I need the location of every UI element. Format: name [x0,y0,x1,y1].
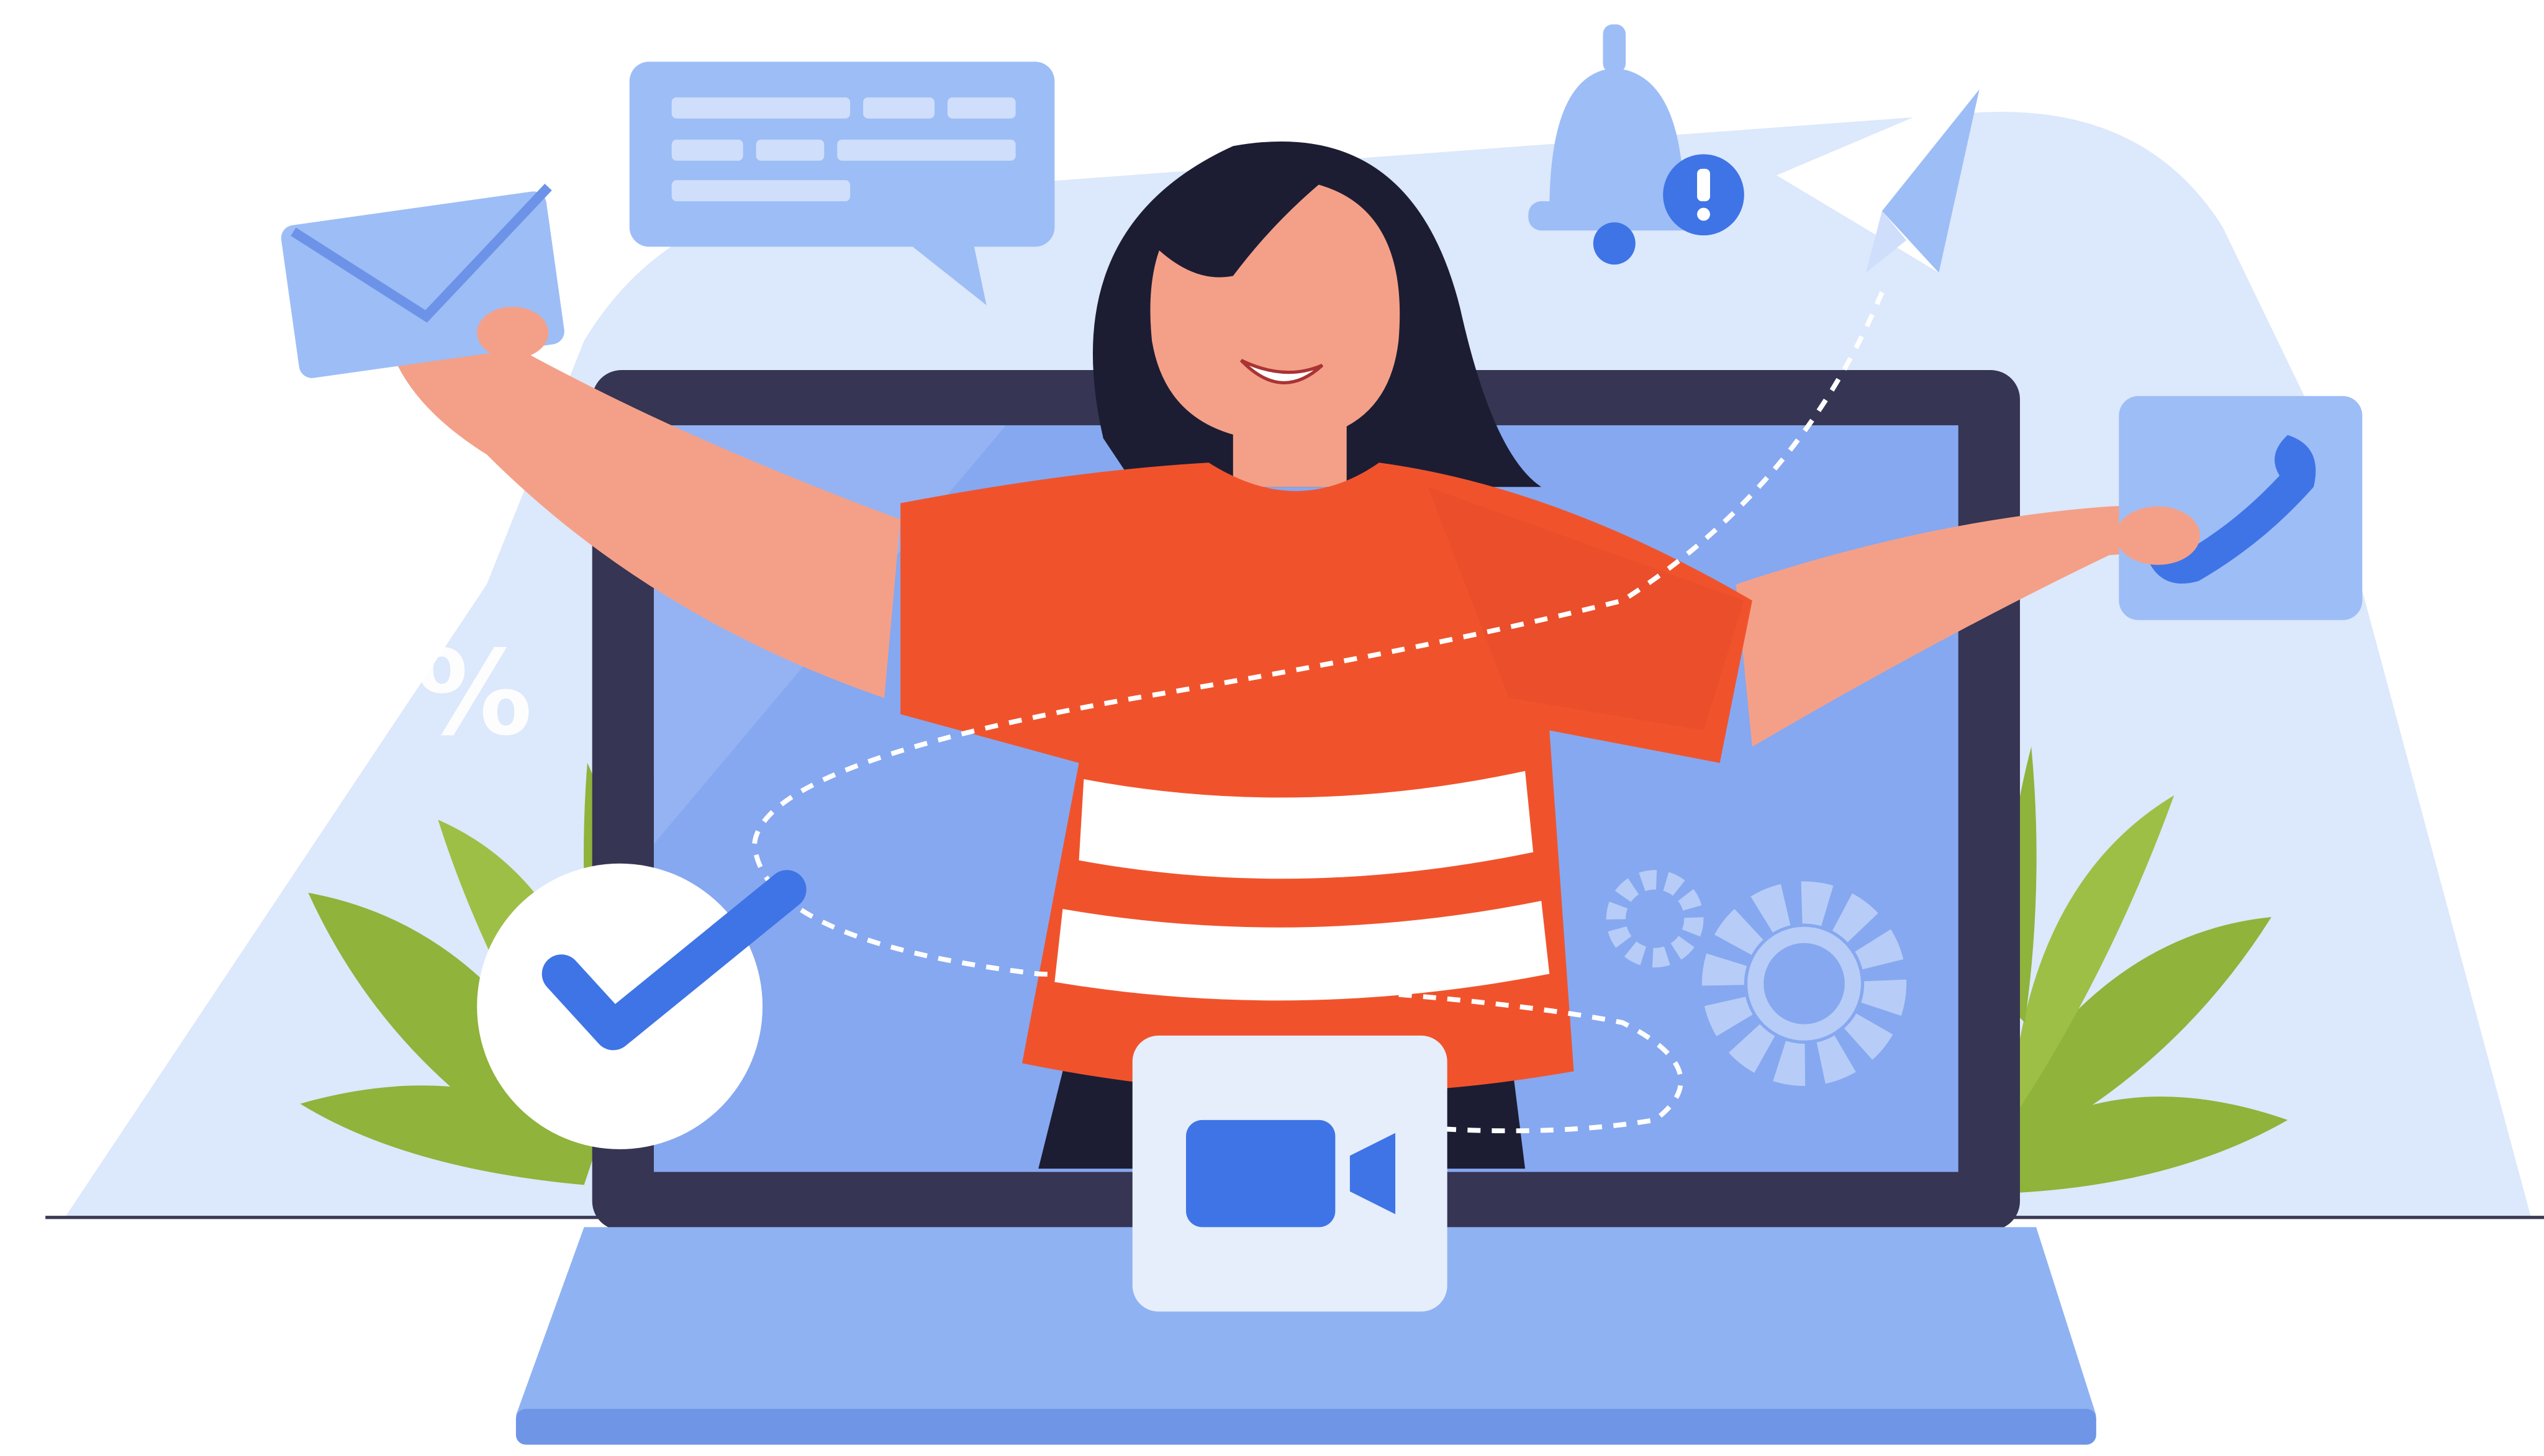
laptop-base-edge [515,1409,2096,1445]
video-camera-icon [1132,1035,1447,1312]
phone-icon [2116,396,2363,620]
envelope-icon [281,183,564,378]
bell-icon [1528,24,1704,265]
illustration-canvas: % [0,0,2544,1456]
alert-icon [1663,154,1744,236]
remote-work-illustration: % [45,24,2544,1445]
percent-icon: % [415,626,532,762]
